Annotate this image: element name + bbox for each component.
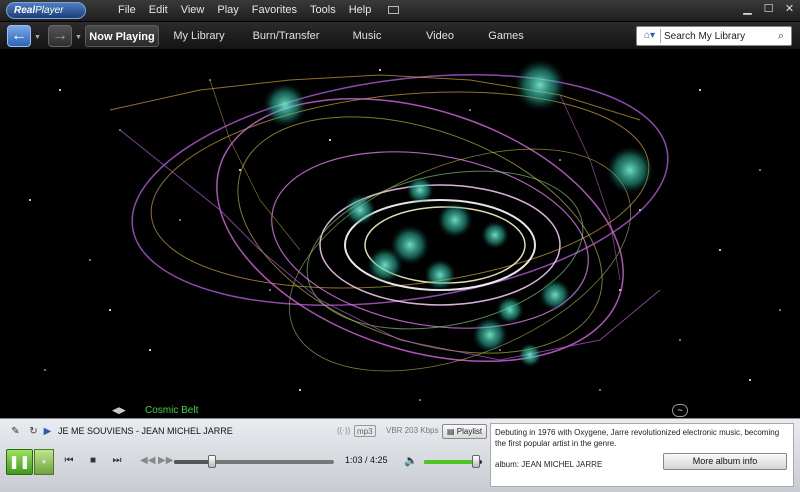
menu-file[interactable]: File [118,4,136,16]
track-info-row: ✎ ↻ ▶ JE ME SOUVIENS - JEAN MICHEL JARRE… [6,423,488,441]
playlist-button[interactable]: ▤ Playlist [442,424,488,439]
album-blurb: Debuting in 1976 with Oxygene, Jarre rev… [495,428,780,448]
forward-button[interactable]: → [48,25,72,47]
maximize-icon[interactable]: ☐ [762,3,775,16]
forward-arrow-icon: → [52,27,68,44]
home-search-scope-icon[interactable]: ⌂▾ [639,29,661,43]
repeat-icon[interactable]: ↻ [26,424,41,439]
rewind-icon[interactable]: ◀◀ [140,454,155,468]
menu-help[interactable]: Help [349,4,372,16]
format-badge: mp3 [354,425,376,437]
transport-controls: ❚❚ ● ⏮ ■ ⏭ ◀◀ ▶▶ 1:03 / 4:25 🔈 [6,447,488,485]
menu-edit[interactable]: Edit [149,4,168,16]
album-info-panel: Debuting in 1976 with Oxygene, Jarre rev… [490,423,794,487]
forward-history-dropdown-icon[interactable]: ▼ [75,34,82,41]
back-button[interactable]: ← [7,25,31,47]
album-label: album: JEAN MICHEL JARRE [495,460,603,469]
volume-icon[interactable]: 🔈 [404,454,418,467]
tab-my-library[interactable]: My Library [159,25,239,47]
search-box: ⌂▾ ⌕ [636,26,792,46]
fast-forward-icon[interactable]: ▶▶ [158,454,173,468]
stop-icon[interactable]: ■ [86,454,100,468]
tab-video[interactable]: Video [401,25,479,47]
visualization-area [0,50,800,418]
pause-button[interactable]: ❚❚ [6,449,33,475]
volume-level [424,460,477,464]
record-icon: ● [41,457,47,466]
seek-progress [174,460,213,464]
navigation-bar: ← ▼ → ▼ Now Playing My Library Burn/Tran… [0,22,800,50]
back-arrow-icon: ← [11,27,27,44]
volume-handle[interactable] [472,455,481,468]
time-display: 1:03 / 4:25 [345,455,388,465]
control-panel: ✎ ↻ ▶ JE ME SOUVIENS - JEAN MICHEL JARRE… [0,418,800,492]
tab-music[interactable]: Music [333,25,401,47]
track-title: JE ME SOUVIENS - JEAN MICHEL JARRE [58,426,233,436]
visualization-prev-next-icon[interactable]: ◀▶ [112,405,126,416]
glow-particles [263,59,654,367]
stream-signal-icon: ((·)) [337,426,351,435]
more-album-info-button[interactable]: More album info [663,453,787,470]
visualization-wave-icon[interactable]: ~ [672,404,688,417]
title-bar: RealPlayer File Edit View Play Favorites… [0,0,800,22]
menu-bar: File Edit View Play Favorites Tools Help [118,4,412,16]
previous-track-icon[interactable]: ⏮ [62,454,76,468]
menu-favorites[interactable]: Favorites [252,4,297,16]
back-history-dropdown-icon[interactable]: ▼ [34,34,41,41]
bitrate-label: VBR 203 Kbps [386,426,439,435]
cosmic-belt-visualization [29,59,781,401]
menu-tools[interactable]: Tools [310,4,336,16]
visualization-footer: ◀▶ Cosmic Belt ~ [0,404,800,418]
menu-play[interactable]: Play [217,4,238,16]
tab-burn-transfer[interactable]: Burn/Transfer [239,25,333,47]
window-controls: ▁ ☐ ✕ [741,3,796,16]
play-small-icon[interactable]: ▶ [40,424,55,439]
search-input[interactable] [664,28,774,44]
search-icon[interactable]: ⌕ [774,29,788,43]
seek-handle[interactable] [208,455,217,468]
seek-bar[interactable] [174,455,334,468]
menu-view[interactable]: View [181,4,205,16]
record-button[interactable]: ● [34,449,54,475]
next-track-icon[interactable]: ⏭ [110,454,124,468]
tab-now-playing[interactable]: Now Playing [85,25,159,47]
visualization-name: Cosmic Belt [145,405,199,416]
volume-slider[interactable] [424,455,482,468]
message-icon[interactable] [388,6,400,14]
edit-icon[interactable]: ✎ [8,424,23,439]
main-tabs: Now Playing My Library Burn/Transfer Mus… [85,25,533,47]
realplayer-logo: RealPlayer [6,2,86,19]
tab-games[interactable]: Games [479,25,533,47]
minimize-icon[interactable]: ▁ [741,3,754,16]
pause-icon: ❚❚ [8,454,31,469]
close-icon[interactable]: ✕ [783,3,796,16]
